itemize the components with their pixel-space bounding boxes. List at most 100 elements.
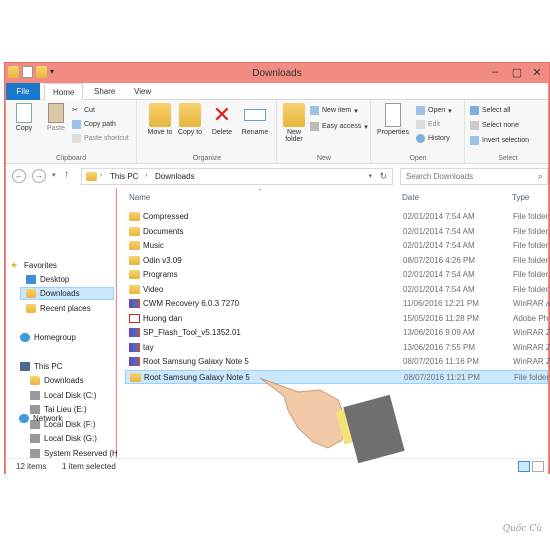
search-icon[interactable]: ⌕ (538, 171, 543, 182)
nav-desktop[interactable]: Desktop (26, 273, 69, 286)
tab-view[interactable]: View (126, 83, 159, 100)
properties-button[interactable]: Properties (374, 103, 412, 136)
chevron-right-icon[interactable]: › (145, 172, 147, 179)
file-date: 11/06/2016 12:21 PM (403, 299, 479, 308)
file-row[interactable]: CWM Recovery 6.0.3 7270 11/06/2016 12:21 … (125, 297, 550, 311)
file-row[interactable]: Root Samsung Galaxy Note 5 08/07/2016 11:… (125, 355, 550, 369)
open-group: Properties Open ▾ Edit History Open (372, 100, 465, 164)
file-row[interactable]: Odin v3.09 08/07/2016 4:26 PM File folder (125, 254, 548, 268)
edit-button[interactable]: Edit (416, 120, 440, 129)
paste-shortcut-button[interactable]: Paste shortcut (72, 134, 129, 143)
folder-icon (86, 172, 97, 181)
open-button[interactable]: Open ▾ (416, 106, 452, 115)
file-row[interactable]: Programs 02/01/2014 7:54 AM File folder (125, 268, 548, 282)
column-header-name[interactable]: Name (129, 193, 150, 202)
close-button[interactable]: ✕ (527, 66, 547, 79)
details-view-icon[interactable] (518, 461, 530, 472)
nav-disk-c[interactable]: Local Disk (C:) (30, 389, 96, 402)
move-to-button[interactable]: Move to (146, 103, 174, 136)
file-name: Music (143, 241, 164, 250)
file-type: WinRAR a (513, 299, 550, 308)
recent-locations-dropdown[interactable]: ▾ (52, 171, 56, 179)
tab-home[interactable]: Home (44, 83, 84, 100)
file-name: Odin v3.09 (143, 255, 182, 265)
file-name: CWM Recovery 6.0.3 7270 (143, 299, 240, 308)
winrar-icon (129, 299, 140, 308)
file-row[interactable]: Music 02/01/2014 7:54 AM File folder (125, 239, 548, 253)
nav-homegroup[interactable]: Homegroup (20, 331, 76, 344)
select-none-button[interactable]: Select none (470, 121, 519, 130)
window-title: Downloads (252, 68, 302, 79)
folder-icon (129, 241, 140, 250)
new-folder-icon (283, 103, 305, 127)
nav-disk-g[interactable]: Local Disk (G:) (30, 432, 97, 445)
paste-shortcut-icon (72, 134, 81, 143)
copy-icon (16, 103, 32, 123)
nav-this-pc[interactable]: This PC (20, 360, 62, 373)
file-name: Programs (143, 270, 178, 279)
column-header-type[interactable]: Type (512, 193, 529, 202)
delete-button[interactable]: ✕ Delete (208, 103, 236, 137)
paste-button[interactable]: Paste (41, 103, 71, 132)
large-icons-view-icon[interactable] (532, 461, 544, 472)
nav-downloads[interactable]: Downloads (20, 287, 114, 300)
easy-access-button[interactable]: Easy access ▾ (310, 122, 368, 131)
new-folder-button[interactable]: New folder (280, 103, 308, 143)
file-date: 02/01/2014 7:54 AM (403, 212, 475, 221)
file-date: 08/07/2016 4:26 PM (403, 255, 476, 265)
copy-button[interactable]: Copy (9, 103, 39, 132)
file-type: File folder (513, 226, 549, 236)
file-row[interactable]: Video 02/01/2014 7:54 AM File folder (125, 283, 548, 297)
select-all-button[interactable]: Select all (470, 106, 510, 115)
search-input[interactable] (401, 169, 529, 184)
file-name: tay (143, 342, 154, 352)
breadcrumb-this-pc[interactable]: This PC (110, 172, 138, 181)
breadcrumb-downloads[interactable]: Downloads (155, 172, 195, 181)
back-button[interactable]: ← (12, 169, 26, 183)
group-label: Open (409, 155, 427, 162)
paste-icon (48, 103, 64, 123)
file-type: File folder (513, 255, 549, 265)
search-box[interactable]: ⌕ (400, 168, 548, 185)
file-row[interactable]: tay 13/06/2016 7:55 PM WinRAR Z (125, 341, 550, 355)
refresh-icon[interactable]: ↻ (379, 171, 387, 182)
nav-recent-places[interactable]: Recent places (26, 302, 91, 315)
copy-path-button[interactable]: Copy path (72, 120, 116, 129)
tab-file[interactable]: File (6, 83, 40, 100)
nav-favorites[interactable]: ★ Favorites (10, 259, 57, 272)
nav-network[interactable]: Network (19, 412, 62, 425)
homegroup-icon (20, 333, 30, 342)
tab-share[interactable]: Share (86, 83, 123, 100)
folder-icon (129, 255, 140, 265)
maximize-button[interactable]: ▢ (507, 66, 527, 79)
invert-selection-button[interactable]: Invert selection (470, 136, 529, 145)
chevron-right-icon[interactable]: › (100, 172, 102, 179)
minimize-button[interactable]: – (485, 66, 505, 78)
file-date: 02/01/2014 7:54 AM (403, 284, 475, 294)
winrar-icon (129, 357, 140, 366)
folder-icon (129, 284, 140, 294)
nav-pc-downloads[interactable]: Downloads (30, 374, 84, 387)
forward-button[interactable]: → (32, 169, 46, 183)
file-type: File folder (514, 372, 550, 382)
sort-arrow-icon: ⌃ (257, 189, 263, 196)
file-row[interactable]: Compressed 02/01/2014 7:54 AM File folder (125, 210, 548, 224)
file-date: 02/01/2014 7:54 AM (403, 241, 475, 250)
file-row[interactable]: Huong dan 15/05/2016 11:28 PM Adobe Ph (125, 312, 548, 326)
cut-button[interactable]: ✂ Cut (72, 106, 95, 115)
history-button[interactable]: History (416, 134, 450, 143)
file-row[interactable]: Documents 02/01/2014 7:54 AM File folder (125, 225, 548, 239)
file-row[interactable]: SP_Flash_Tool_v5.1352.01 13/06/2016 9:09 … (125, 326, 550, 340)
file-type: File folder (513, 241, 549, 250)
new-item-button[interactable]: New item ▾ (310, 106, 358, 115)
history-icon (416, 134, 425, 143)
column-header-date[interactable]: Date (402, 193, 419, 202)
copy-to-button[interactable]: Copy to (176, 103, 204, 136)
up-button[interactable]: ↑ (64, 169, 69, 180)
address-box[interactable]: › This PC › Downloads ▾ ↻ (81, 168, 393, 185)
chevron-down-icon[interactable]: ▾ (368, 172, 372, 180)
select-group: Select all Select none Invert selection … (466, 100, 550, 164)
file-name: Root Samsung Galaxy Note 5 (144, 372, 250, 382)
drive-icon (30, 434, 40, 443)
rename-button[interactable]: Rename (238, 103, 272, 136)
